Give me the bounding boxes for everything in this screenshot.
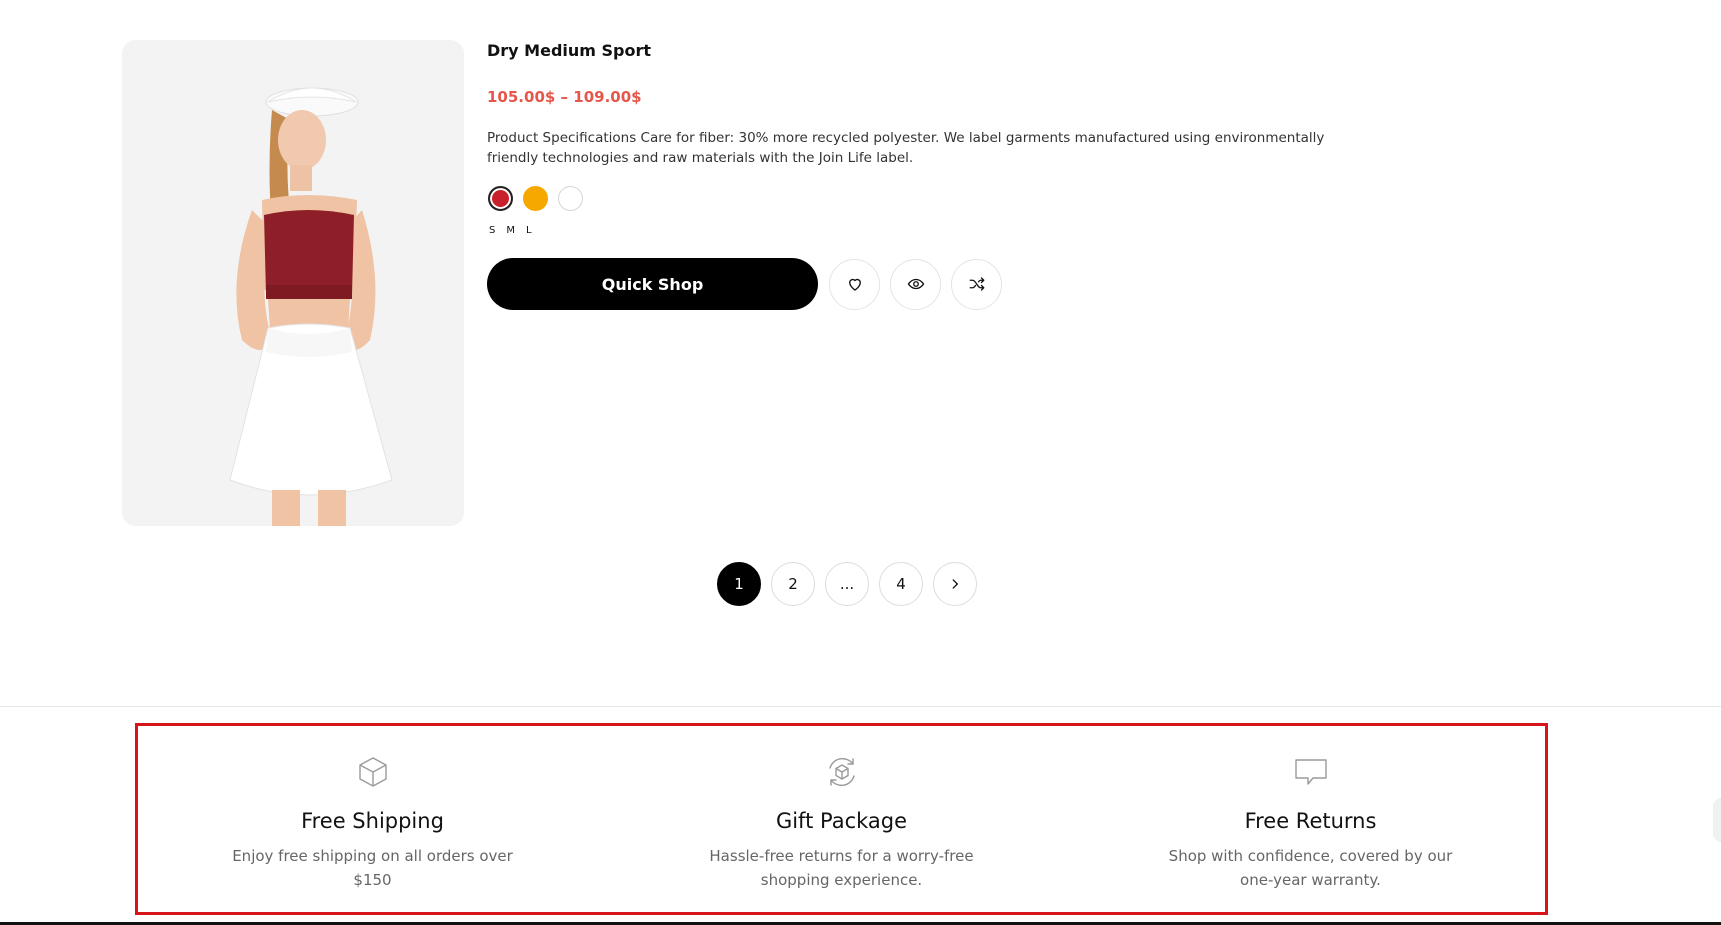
box-icon — [355, 754, 391, 790]
chevron-right-icon — [952, 579, 958, 589]
swatch-yellow[interactable] — [523, 186, 548, 211]
quick-shop-button[interactable]: Quick Shop — [487, 258, 818, 310]
swatch-red[interactable] — [488, 186, 513, 211]
swatch-white[interactable] — [558, 186, 583, 211]
product-photo — [122, 40, 464, 526]
feature-free-shipping: Free Shipping Enjoy free shipping on all… — [138, 726, 607, 912]
eye-icon — [907, 278, 924, 290]
shuffle-icon — [969, 277, 984, 291]
pagination: 1 2 ... 4 — [717, 562, 977, 606]
feature-gift-package: Gift Package Hassle-free returns for a w… — [607, 726, 1076, 912]
feature-title: Gift Package — [775, 809, 908, 833]
feature-description: Hassle-free returns for a worry-free sho… — [709, 847, 974, 889]
feature-free-returns: Free Returns Shop with confidence, cover… — [1076, 726, 1545, 912]
feature-title: Free Returns — [1244, 809, 1377, 833]
color-swatches — [488, 186, 1367, 211]
size-options: S M L — [489, 225, 1367, 236]
size-option-m[interactable]: M — [506, 225, 516, 236]
product-description: Product Specifications Care for fiber: 3… — [487, 130, 1325, 166]
heart-icon — [848, 278, 861, 291]
features-section: Free Shipping Enjoy free shipping on all… — [135, 723, 1548, 915]
feature-title: Free Shipping — [301, 809, 444, 833]
next-page-button[interactable] — [933, 562, 977, 606]
product-price: 105.00$ – 109.00$ — [487, 88, 642, 106]
scroll-to-top-tab[interactable] — [1713, 798, 1721, 842]
page-button-4[interactable]: 4 — [879, 562, 923, 606]
size-option-s[interactable]: S — [489, 225, 496, 236]
page-button-2[interactable]: 2 — [771, 562, 815, 606]
size-option-l[interactable]: L — [526, 225, 533, 236]
page: Dry Medium Sport 105.00$ – 109.00$ Produ… — [0, 0, 1721, 925]
product-title[interactable]: Dry Medium Sport — [487, 40, 1367, 62]
product-actions: Quick Shop — [487, 258, 1367, 310]
quick-view-button[interactable] — [890, 258, 941, 310]
feature-description: Enjoy free shipping on all orders over $… — [232, 847, 513, 889]
page-button-1[interactable]: 1 — [717, 562, 761, 606]
product-info: Dry Medium Sport 105.00$ – 109.00$ Produ… — [487, 40, 1367, 310]
feature-description: Shop with confidence, covered by our one… — [1168, 847, 1453, 889]
chat-bubble-icon — [1293, 754, 1329, 790]
page-button-ellipsis[interactable]: ... — [825, 562, 869, 606]
wishlist-button[interactable] — [829, 258, 880, 310]
product-image[interactable] — [122, 40, 464, 526]
compare-button[interactable] — [951, 258, 1002, 310]
section-divider — [0, 706, 1721, 707]
box-refresh-icon — [824, 754, 860, 790]
